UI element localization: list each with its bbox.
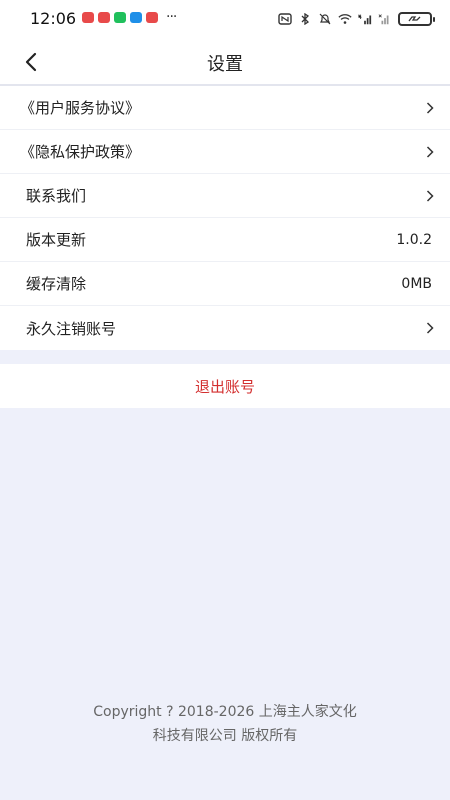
settings-item-user-agreement[interactable]: 《用户服务协议》	[0, 86, 450, 130]
bluetooth-icon	[301, 13, 310, 25]
logout-button[interactable]: 退出账号	[195, 376, 255, 397]
chevron-right-icon	[426, 322, 434, 334]
signal-icon	[378, 14, 389, 25]
mute-icon	[319, 13, 331, 25]
settings-item-version-update[interactable]: 版本更新 1.0.2	[0, 218, 450, 262]
notification-app-icon	[98, 12, 110, 23]
navigation-bar: 设置	[0, 40, 450, 84]
settings-item-label: 缓存清除	[26, 275, 87, 293]
page-title: 设置	[207, 54, 243, 75]
settings-item-label: 《隐私保护政策》	[20, 143, 141, 161]
settings-item-label: 《用户服务协议》	[20, 99, 141, 117]
settings-item-delete-account[interactable]: 永久注销账号	[0, 306, 450, 350]
copyright-footer: Copyright ? 2018-2026 上海主人家文化 科技有限公司 版权所…	[0, 700, 450, 748]
signal-4g-icon	[358, 14, 372, 25]
settings-item-contact-us[interactable]: 联系我们	[0, 174, 450, 218]
settings-item-label: 版本更新	[26, 231, 87, 249]
status-time: 12:06	[30, 9, 77, 28]
cache-size-value: 0MB	[401, 275, 432, 292]
settings-item-clear-cache[interactable]: 缓存清除 0MB	[0, 262, 450, 306]
chevron-right-icon	[426, 190, 434, 202]
status-bar: 12:06 ···	[0, 0, 450, 40]
more-notifications-icon: ···	[166, 9, 177, 25]
version-value: 1.0.2	[396, 231, 432, 248]
chevron-right-icon	[426, 102, 434, 114]
notification-app-icon	[114, 12, 126, 23]
logout-section: 退出账号	[0, 364, 450, 408]
notification-app-icon	[146, 12, 158, 23]
battery-icon	[398, 12, 435, 26]
system-icons	[278, 12, 435, 26]
settings-item-label: 联系我们	[26, 187, 87, 205]
settings-list: 《用户服务协议》 《隐私保护政策》 联系我们 版本更新 1.0.2 缓存清除 0…	[0, 86, 450, 350]
settings-item-privacy-policy[interactable]: 《隐私保护政策》	[0, 130, 450, 174]
nfc-icon	[278, 13, 292, 25]
settings-item-label: 永久注销账号	[26, 319, 117, 338]
chevron-right-icon	[426, 146, 434, 158]
notification-icons: ···	[82, 9, 177, 25]
notification-app-icon	[130, 12, 142, 23]
notification-app-icon	[82, 12, 94, 23]
copyright-line-2: 科技有限公司 版权所有	[152, 728, 298, 744]
copyright-line-1: Copyright ? 2018-2026 上海主人家文化	[93, 704, 357, 720]
wifi-icon	[338, 14, 352, 24]
